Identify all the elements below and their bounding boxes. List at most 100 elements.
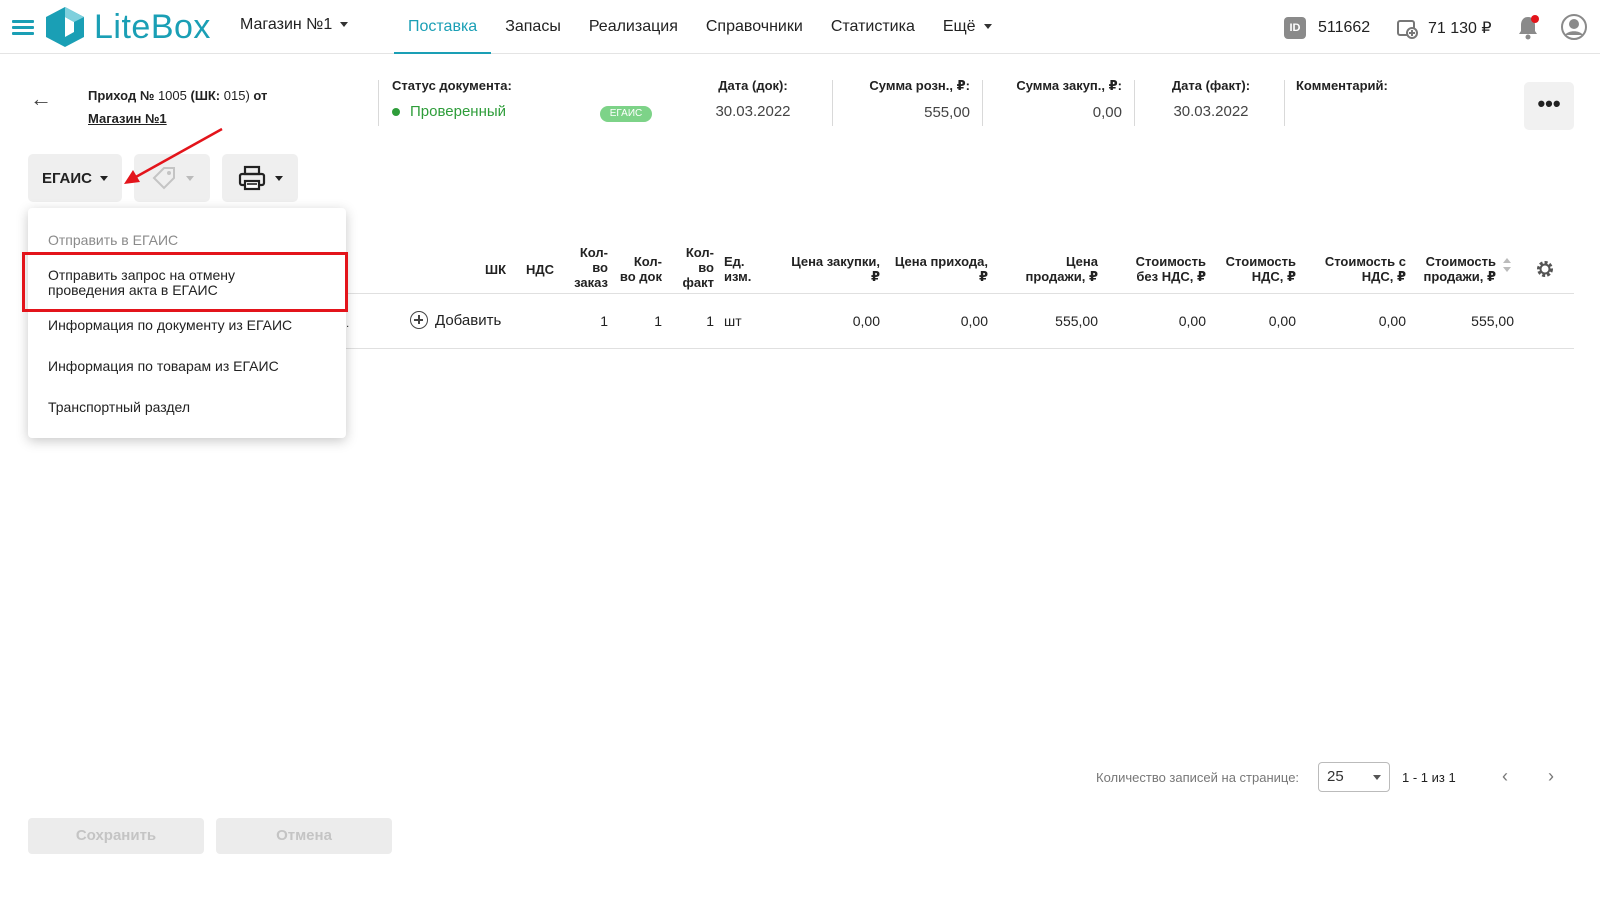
egais-button-label: ЕГАИС [41, 169, 92, 187]
cell-cost-no-vat: 0,00 [1178, 313, 1206, 329]
column-header-cost-no-vat: Стоимость без НДС, ₽ [1106, 254, 1206, 284]
status-label: Статус документа: [392, 78, 512, 93]
column-header-line: заказ [574, 275, 608, 290]
purchase-sum-column: Сумма закуп., ₽: 0,00 [990, 78, 1122, 128]
column-header-line: НДС, ₽ [1251, 269, 1296, 284]
annotation-arrow-icon [124, 127, 223, 184]
menu-item-document-info[interactable]: Информация по документу из ЕГАИС [48, 318, 292, 333]
column-header-line: Кол- [579, 245, 608, 260]
nav-item-statistics[interactable]: Статистика [817, 0, 929, 54]
column-header-line: ₽ [978, 269, 988, 284]
column-header-line: Стоимость [1225, 254, 1296, 269]
bell-icon[interactable] [1516, 14, 1540, 40]
cancel-button[interactable]: Отмена [216, 818, 392, 854]
comment-column: Комментарий: [1296, 78, 1496, 128]
column-header-line: во [592, 260, 608, 275]
page-size-value: 25 [1327, 768, 1344, 785]
cell-cost-sale: 555,00 [1471, 313, 1514, 329]
gear-icon[interactable] [1535, 259, 1555, 279]
purchase-sum-label: Сумма закуп., ₽: [1016, 78, 1122, 93]
comment-label: Комментарий: [1296, 78, 1388, 93]
balance-value: 71 130 ₽ [1428, 20, 1492, 37]
column-header-qty-doc: Кол- во док [612, 254, 662, 284]
column-header-line: изм. [724, 269, 752, 284]
date-fact-column: Дата (факт): 30.03.2022 [1146, 78, 1276, 128]
column-header-line: ₽ [870, 269, 880, 284]
egais-dropdown-menu: Отправить в ЕГАИС Отправить запрос на от… [28, 208, 346, 438]
add-barcode-button[interactable]: Добавить [410, 311, 501, 329]
balance[interactable]: 71 130 ₽ [1396, 14, 1492, 42]
date-doc-column: Дата (док): 30.03.2022 [700, 78, 806, 128]
back-arrow-icon[interactable]: ← [30, 86, 52, 112]
header-divider [378, 80, 379, 126]
date-fact-label: Дата (факт): [1171, 78, 1251, 93]
table-header-divider [346, 293, 1574, 294]
print-dropdown-button[interactable] [222, 154, 298, 202]
column-header-line: Цена [1066, 254, 1098, 269]
status-dot-icon [392, 108, 400, 117]
menu-section-header: Отправить в ЕГАИС [48, 232, 179, 248]
prev-page-icon[interactable]: ‹ [1502, 766, 1508, 787]
cell-unit: шт [724, 313, 742, 329]
nav-item-stock[interactable]: Запасы [491, 0, 575, 54]
date-doc-label: Дата (док): [718, 78, 788, 93]
column-header-cost-sale: Стоимость продажи, ₽ [1410, 254, 1496, 284]
egais-dropdown-button[interactable]: ЕГАИС [28, 154, 122, 202]
cell-qty-fact[interactable]: 1 [668, 313, 714, 329]
menu-item-goods-info[interactable]: Информация по товарам из ЕГАИС [48, 359, 279, 374]
column-header-line: факт [682, 275, 714, 290]
cell-qty-doc[interactable]: 1 [612, 313, 662, 329]
doc-from: от [253, 88, 268, 103]
status-value: Проверенный [410, 103, 507, 120]
main-nav: Поставка Запасы Реализация Справочники С… [394, 0, 1006, 54]
user-avatar-icon[interactable] [1560, 13, 1588, 41]
cell-income-price[interactable]: 0,00 [884, 313, 988, 329]
menu-item-transport-section[interactable]: Транспортный раздел [48, 400, 190, 415]
nav-item-more[interactable]: Ещё [929, 0, 1006, 54]
menu-item-cancel-act-request[interactable]: Отправить запрос на отмену проведения ак… [48, 268, 235, 298]
logo-text: LiteBox [94, 7, 211, 46]
column-header-line: во док [619, 269, 662, 284]
column-header-unit: Ед. изм. [724, 254, 751, 284]
column-header-line: Кол- [633, 254, 662, 269]
chevron-down-icon [340, 22, 349, 28]
next-page-icon[interactable]: › [1548, 766, 1554, 787]
nav-item-supply[interactable]: Поставка [394, 0, 492, 54]
store-selector[interactable]: Магазин №1 [240, 16, 349, 34]
store-selector-label: Магазин №1 [240, 16, 333, 33]
sort-arrows-icon[interactable] [1502, 257, 1512, 273]
page-size-label: Количество записей на странице: [1096, 770, 1300, 785]
chevron-down-icon [275, 175, 283, 181]
top-navigation-bar: LiteBox Магазин №1 Поставка Запасы Реали… [0, 0, 1600, 54]
cell-qty-order[interactable]: 1 [560, 313, 608, 329]
column-header-cost-vat: Стоимость НДС, ₽ [1212, 254, 1296, 284]
menu-item-line: Отправить запрос на отмену [48, 267, 235, 283]
printer-icon [238, 165, 266, 191]
cell-purchase-price[interactable]: 0,00 [770, 313, 880, 329]
column-header-line: Кол- [685, 245, 714, 260]
doc-barcode-prefix: (ШК: [190, 88, 221, 103]
add-barcode-label: Добавить [435, 311, 502, 329]
nav-item-sales[interactable]: Реализация [575, 0, 692, 54]
cell-sale-price[interactable]: 555,00 [994, 313, 1098, 329]
plus-circle-icon [410, 311, 428, 329]
column-header-line: Цена закупки, [791, 254, 880, 269]
nav-item-references[interactable]: Справочники [692, 0, 817, 54]
menu-burger-icon[interactable] [12, 20, 34, 35]
egais-status-badge: ЕГАИС [600, 106, 652, 122]
column-header-barcode: ШК [485, 262, 506, 277]
document-title-line: Приход № 1005 (ШК: 015) от [88, 84, 267, 107]
doc-title-prefix: Приход № [88, 88, 155, 103]
doc-barcode: 015) [223, 88, 250, 103]
save-button[interactable]: Сохранить [28, 818, 204, 854]
page-size-select[interactable]: 25 [1318, 762, 1390, 792]
column-header-line: без НДС, ₽ [1136, 269, 1206, 284]
more-options-button[interactable]: ••• [1524, 82, 1574, 130]
column-header-line: НДС, ₽ [1361, 269, 1406, 284]
column-header-vat: НДС [525, 262, 554, 277]
column-header-line: продажи, ₽ [1423, 269, 1496, 284]
date-doc-value: 30.03.2022 [715, 103, 791, 120]
column-header-qty-order: Кол- во заказ [560, 245, 608, 290]
column-header-line: продажи, ₽ [1025, 269, 1098, 284]
litebox-logo[interactable]: LiteBox [44, 4, 211, 50]
